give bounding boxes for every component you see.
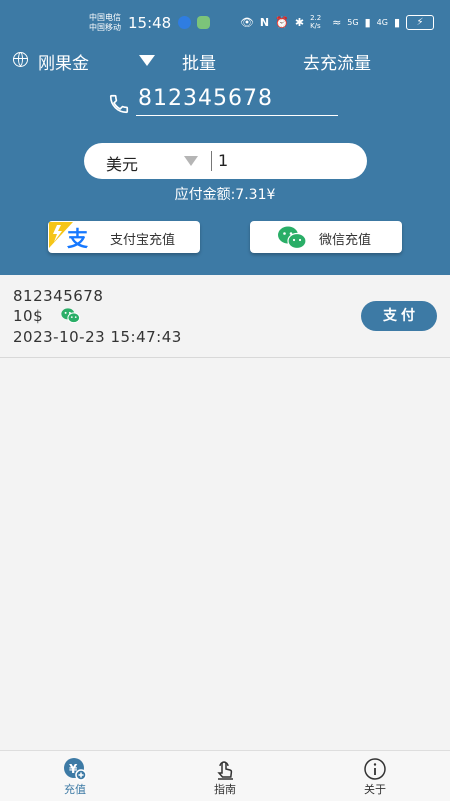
header-panel: 中国电信 中国移动 15:48 👁 N ⏰ ✱ 2.2 K/s ≈ 5G ▮ 4…	[0, 0, 450, 275]
battery-icon: ⚡	[406, 14, 434, 30]
recharge-icon: ¥	[64, 758, 87, 781]
alarm-icon: ⏰	[275, 15, 289, 29]
carrier-2: 中国移动	[89, 23, 121, 32]
record-time: 2023-10-23 15:47:43	[13, 328, 182, 346]
bottom-nav: ¥ 充值 指南 关于	[0, 750, 450, 801]
signal-icon: ▮	[364, 15, 371, 29]
wechat-label: 微信充值	[319, 233, 372, 248]
tab-recharge[interactable]: ¥ 充值	[30, 751, 120, 801]
currency-dropdown-icon[interactable]	[184, 156, 198, 166]
notification-icon	[178, 16, 191, 29]
bluetooth-icon: ✱	[294, 15, 305, 29]
status-icons: 👁 N ⏰ ✱ 2.2 K/s ≈ 5G ▮ 4G ▮ ⚡	[240, 14, 434, 30]
wechat-recharge-button[interactable]: 微信充值	[250, 221, 402, 253]
svg-text:支: 支	[67, 227, 89, 251]
phone-icon	[109, 94, 129, 114]
carrier-1: 中国电信	[89, 13, 121, 22]
globe-icon[interactable]	[13, 52, 28, 67]
record-number: 812345678	[13, 287, 104, 305]
data-recharge-link[interactable]: 去充流量	[303, 49, 371, 74]
currency-select[interactable]: 美元	[106, 151, 138, 175]
guide-icon	[217, 761, 233, 780]
android-icon	[197, 16, 210, 29]
wechat-icon	[61, 308, 81, 323]
pay-button[interactable]: 支付	[361, 301, 437, 331]
top-bar: 刚果金 批量 去充流量	[0, 48, 450, 74]
tab-label: 充值	[64, 783, 86, 796]
tab-about[interactable]: 关于	[330, 751, 420, 801]
dropdown-arrow-icon[interactable]	[139, 55, 155, 66]
region-selector[interactable]: 刚果金	[38, 49, 89, 74]
list-item: 812345678 10$ 2023-10-23 15:47:43 支付	[0, 277, 450, 358]
alipay-label: 支付宝充值	[110, 233, 176, 248]
info-icon	[364, 758, 386, 780]
record-amount: 10$	[13, 307, 44, 325]
status-time: 15:48	[128, 14, 172, 32]
phone-number-input[interactable]: 812345678	[136, 86, 338, 116]
wifi-icon: ≈	[332, 15, 342, 29]
tab-label: 关于	[364, 783, 386, 796]
batch-button[interactable]: 批量	[182, 49, 216, 74]
amount-selector: 美元 1	[84, 143, 367, 179]
quantity-input[interactable]: 1	[218, 151, 228, 170]
wechat-icon	[278, 226, 307, 249]
speed-indicator: 2.2 K/s	[310, 14, 322, 30]
network-4g: 4G	[376, 17, 388, 27]
network-5g: 5G	[347, 17, 359, 27]
tab-label: 指南	[214, 783, 236, 796]
eye-icon: 👁	[239, 15, 254, 29]
payable-amount: 应付金额:7.31¥	[174, 187, 276, 203]
nfc-icon: N	[259, 15, 270, 29]
alipay-recharge-button[interactable]: 支 支付宝充值	[48, 221, 200, 253]
signal-icon-2: ▮	[393, 15, 400, 29]
carrier-labels: 中国电信 中国移动	[89, 13, 121, 33]
tab-guide[interactable]: 指南	[180, 751, 270, 801]
alipay-icon: 支	[49, 222, 89, 251]
divider	[211, 151, 212, 171]
